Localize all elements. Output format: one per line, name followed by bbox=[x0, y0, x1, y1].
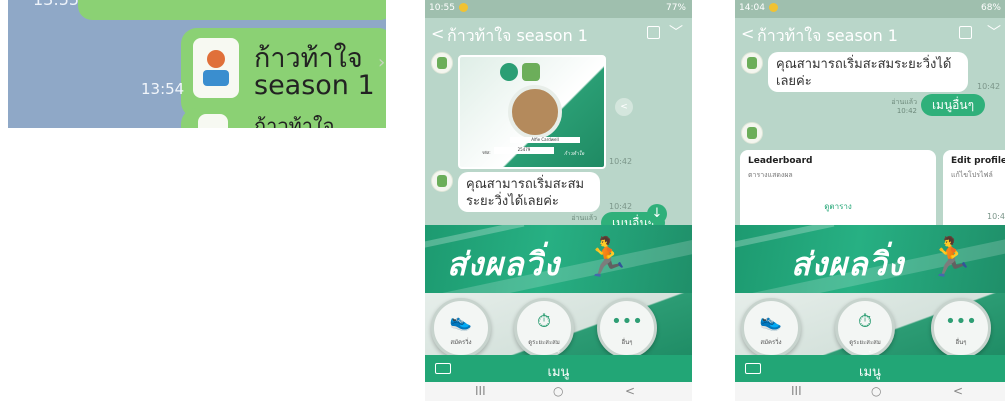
back-icon[interactable]: < bbox=[431, 24, 444, 43]
chat-header: < ก้าวท้าใจ season 1 ﹀ bbox=[425, 18, 692, 52]
chat-header: < ก้าวท้าใจ season 1 ﹀ bbox=[735, 18, 1005, 52]
member-photo bbox=[508, 85, 562, 139]
menu-bar[interactable]: ˇ เมนู bbox=[425, 351, 692, 382]
chevron-right-icon: › bbox=[378, 52, 386, 73]
card-timestamp: 10:42 bbox=[987, 212, 1005, 221]
runner-icon: 🏃 bbox=[583, 235, 631, 279]
banner-text: ส่งผลวิ่ง bbox=[447, 245, 561, 283]
kao-tha-jai-logo bbox=[193, 38, 239, 98]
member-id-label: รหัส: bbox=[482, 150, 491, 155]
bot-avatar bbox=[431, 52, 453, 74]
bot-message: คุณสามารถเริ่มสะสมระยะวิ่งได้เลยค่ะ bbox=[768, 52, 968, 92]
chevron-down-icon[interactable]: ﹀ bbox=[987, 22, 1001, 42]
notification-icon bbox=[459, 3, 468, 12]
send-result-banner[interactable]: ส่งผลวิ่ง 🏃 bbox=[735, 225, 1005, 293]
caret-down-icon: ˇ bbox=[556, 351, 561, 361]
view-distance-label: ดูระยะสะสม bbox=[849, 339, 881, 346]
previous-chat-bubble[interactable] bbox=[78, 0, 386, 20]
more-icon: ••• bbox=[945, 311, 977, 332]
card-brand: ก้าวท้าใจ bbox=[564, 151, 585, 157]
register-run-label: สมัครวิ่ง bbox=[760, 339, 782, 346]
message-timestamp: 10:42 bbox=[609, 202, 633, 211]
android-nav-bar: III ○ < bbox=[425, 382, 692, 401]
view-distance-label: ดูระยะสะสม bbox=[528, 339, 560, 346]
menu-icon[interactable] bbox=[959, 26, 972, 39]
member-name: Alfie Cardwell bbox=[510, 137, 580, 143]
edit-profile-subtitle: แก้ไขโปรไฟล์ bbox=[951, 171, 993, 179]
stopwatch-icon: ⏱ bbox=[536, 311, 552, 332]
home-icon[interactable]: ○ bbox=[871, 384, 881, 398]
leaderboard-subtitle: ตารางแสดงผล bbox=[748, 171, 793, 179]
back-icon[interactable]: < bbox=[741, 24, 754, 43]
scroll-down-icon[interactable]: ↓ bbox=[647, 204, 667, 224]
ministry-logo bbox=[500, 63, 518, 81]
edit-profile-title: Edit profile bbox=[951, 156, 1005, 166]
chat-time: 13:54 bbox=[141, 80, 185, 98]
banner-text: ส่งผลวิ่ง bbox=[791, 245, 905, 283]
chat-title: ก้าวท้าใจ season 1 bbox=[447, 26, 588, 45]
more-button[interactable]: ••• อื่นๆ bbox=[597, 298, 657, 358]
phone-screen-1: 10:55 77% < ก้าวท้าใจ season 1 ﹀ Alfie C… bbox=[425, 0, 692, 401]
message-timestamp: 10:42 bbox=[977, 82, 1001, 91]
android-nav-bar: III ○ < bbox=[735, 382, 1005, 401]
shoe-icon: 👟 bbox=[759, 311, 783, 332]
menu-bar[interactable]: ˇ เมนู bbox=[735, 351, 1005, 382]
menu-icon[interactable] bbox=[647, 26, 660, 39]
leaderboard-title: Leaderboard bbox=[748, 156, 813, 166]
status-time: 14:04 bbox=[739, 3, 765, 13]
status-bar: 10:55 77% bbox=[425, 0, 692, 18]
read-receipt: อ่านแล้ว bbox=[891, 98, 917, 106]
chevron-down-icon[interactable]: ﹀ bbox=[669, 22, 683, 42]
shoe-icon: 👟 bbox=[449, 311, 473, 332]
card-timestamp: 10:42 bbox=[609, 157, 633, 166]
runner-icon: 🏃 bbox=[927, 235, 975, 279]
bot-avatar-2 bbox=[741, 122, 763, 144]
read-time: 10:42 bbox=[896, 107, 917, 115]
other-menu-button[interactable]: เมนูอื่นๆ bbox=[921, 94, 985, 116]
next-chat-logo bbox=[198, 114, 228, 128]
bot-avatar-2 bbox=[431, 170, 453, 192]
more-label: อื่นๆ bbox=[955, 339, 967, 346]
menu-label: เมนู bbox=[547, 365, 570, 380]
status-bar: 14:04 68% bbox=[735, 0, 1005, 18]
previous-chat-time: 13:55 bbox=[33, 0, 79, 9]
phone-screen-2: 14:04 68% < ก้าวท้าใจ season 1 ﹀ คุณสามา… bbox=[735, 0, 1005, 401]
member-id: 25479 bbox=[494, 147, 554, 154]
view-distance-button[interactable]: ⏱ ดูระยะสะสม bbox=[514, 298, 574, 358]
menu-label: เมนู bbox=[859, 365, 881, 380]
share-icon[interactable]: < bbox=[615, 98, 633, 116]
view-distance-button[interactable]: ⏱ ดูระยะสะสม bbox=[835, 298, 895, 358]
next-chat-title: ก้าวท้าใจ bbox=[254, 114, 335, 128]
back-nav-icon[interactable]: < bbox=[625, 384, 635, 398]
caret-down-icon: ˇ bbox=[867, 351, 873, 361]
home-icon[interactable]: ○ bbox=[553, 384, 563, 398]
stopwatch-icon: ⏱ bbox=[857, 311, 873, 332]
recent-apps-icon[interactable]: III bbox=[475, 384, 486, 398]
status-time: 10:55 bbox=[429, 3, 455, 13]
register-run-label: สมัครวิ่ง bbox=[450, 339, 472, 346]
chat-title: ก้าวท้าใจ season 1 bbox=[757, 26, 898, 45]
send-result-banner[interactable]: ส่งผลวิ่ง 🏃 bbox=[425, 225, 692, 293]
register-run-button[interactable]: 👟 สมัครวิ่ง bbox=[431, 298, 491, 358]
chat-list-zoom: 13:55 ก้าวท้าใจ season 1 › 13:54 ก้าวท้า… bbox=[8, 0, 386, 128]
more-icon: ••• bbox=[611, 311, 643, 332]
register-run-button[interactable]: 👟 สมัครวิ่ง bbox=[741, 298, 801, 358]
notification-icon bbox=[769, 3, 778, 12]
member-card-image[interactable]: Alfie Cardwell รหัส: 25479 ก้าวท้าใจ bbox=[458, 55, 606, 169]
battery-level: 77% bbox=[665, 3, 686, 13]
more-label: อื่นๆ bbox=[621, 339, 633, 346]
bot-message: คุณสามารถเริ่มสะสมระยะวิ่งได้เลยค่ะ bbox=[458, 172, 600, 212]
view-table-link[interactable]: ดูตาราง bbox=[740, 200, 936, 213]
more-button[interactable]: ••• อื่นๆ bbox=[931, 298, 991, 358]
read-receipt: อ่านแล้ว bbox=[571, 214, 597, 222]
recent-apps-icon[interactable]: III bbox=[791, 384, 802, 398]
bot-avatar bbox=[741, 52, 763, 74]
campaign-logo bbox=[522, 63, 540, 81]
back-nav-icon[interactable]: < bbox=[953, 384, 963, 398]
chat-title-line2: season 1 bbox=[254, 70, 375, 101]
battery-level: 68% bbox=[980, 3, 1001, 13]
